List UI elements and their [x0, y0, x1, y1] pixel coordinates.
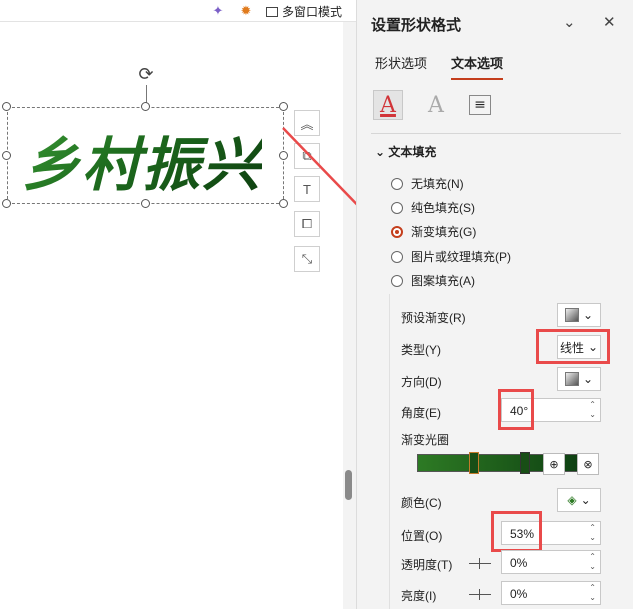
gradient-stop[interactable]	[520, 452, 530, 474]
text-effects-icon[interactable]: A	[421, 90, 451, 120]
multiwindow-button[interactable]: 多窗口模式	[266, 3, 342, 20]
resize-handle-top-right[interactable]	[279, 102, 288, 111]
spin-arrows-icon[interactable]: ⌃ ⌄	[589, 400, 596, 420]
highlight-type	[536, 329, 610, 364]
rotate-icon[interactable]: ⟳	[136, 64, 156, 84]
shape-arrange-icon[interactable]: ⧠	[294, 211, 320, 237]
close-icon[interactable]: ✕	[603, 13, 616, 31]
window-icon	[266, 6, 278, 17]
highlight-position	[491, 511, 542, 552]
chevron-down-icon: ⌄	[375, 145, 389, 159]
text-box-icon[interactable]: T	[294, 176, 320, 202]
tab-shape-options[interactable]: 形状选项	[375, 53, 427, 80]
add-stop-button[interactable]: ⊕	[543, 453, 565, 475]
resize-handle-top[interactable]	[141, 102, 150, 111]
section-text-fill[interactable]: ⌄ 文本填充	[375, 143, 436, 160]
resize-handle-bottom-right[interactable]	[279, 199, 288, 208]
scrollbar-thumb[interactable]	[345, 470, 352, 500]
resize-handle-top-left[interactable]	[2, 102, 11, 111]
spin-arrows-icon[interactable]: ⌃ ⌄	[589, 583, 596, 603]
spin-arrows-icon[interactable]: ⌃ ⌄	[589, 552, 596, 572]
chevron-down-icon: ⌄	[582, 372, 594, 386]
transparency-slider[interactable]	[469, 558, 491, 569]
format-shape-panel: 设置形状格式 ⌄ ✕ 形状选项 文本选项 A A ≡ ⌄ 文本填充 无填充(N)…	[356, 0, 633, 609]
remove-stop-button[interactable]: ⊗	[577, 453, 599, 475]
preset-gradient-label: 预设渐变(R)	[401, 311, 466, 325]
slide-editor: ✦ ✹ 多窗口模式 ⟳ 乡村振兴 ︽ ⧉ T ⧠ ⤡	[0, 0, 356, 609]
gradient-stop-selected[interactable]	[469, 452, 479, 474]
preset-gradient-dropdown[interactable]: ⌄	[557, 303, 601, 327]
radio-solid-fill[interactable]: 纯色填充(S)	[391, 199, 475, 216]
tab-text-options[interactable]: 文本选项	[451, 53, 504, 80]
chevron-down-icon: ⌄	[580, 493, 591, 507]
top-toolbar: ✦ ✹ 多窗口模式	[0, 0, 356, 22]
vertical-scrollbar[interactable]	[343, 22, 356, 609]
resize-handle-bottom-left[interactable]	[2, 199, 11, 208]
direction-label: 方向(D)	[401, 375, 442, 389]
direction-dropdown[interactable]: ⌄	[557, 367, 601, 391]
resize-icon[interactable]: ⤡	[294, 246, 320, 272]
radio-no-fill[interactable]: 无填充(N)	[391, 175, 464, 192]
resize-handle-left[interactable]	[2, 151, 11, 160]
resize-handle-bottom[interactable]	[141, 199, 150, 208]
crop-icon[interactable]: ⧉	[294, 143, 320, 169]
chevron-down-icon: ⌄	[582, 308, 594, 322]
color-dropdown[interactable]: ◈ ⌄	[557, 488, 601, 512]
panel-title: 设置形状格式	[371, 17, 462, 34]
brightness-spinner[interactable]: 0% ⌃ ⌄	[501, 581, 601, 605]
gradient-stops-label: 渐变光圈	[401, 433, 450, 447]
position-label: 位置(O)	[401, 529, 443, 543]
divider	[371, 133, 621, 134]
radio-picture-fill[interactable]: 图片或纹理填充(P)	[391, 248, 511, 265]
angle-label: 角度(E)	[401, 406, 441, 420]
gear-icon[interactable]: ✹	[236, 1, 256, 21]
radio-pattern-fill[interactable]: 图案填充(A)	[391, 272, 475, 289]
transparency-spinner[interactable]: 0% ⌃ ⌄	[501, 550, 601, 574]
wand-icon[interactable]: ✦	[208, 1, 228, 21]
fill-bucket-icon: ◈	[567, 493, 577, 507]
panel-tabs: 形状选项 文本选项	[375, 53, 504, 80]
spin-arrows-icon[interactable]: ⌃ ⌄	[589, 523, 596, 543]
chevron-down-icon[interactable]: ⌄	[563, 13, 576, 31]
wordart-text[interactable]: 乡村振兴	[22, 118, 262, 202]
brightness-label: 亮度(I)	[401, 589, 437, 603]
icon-tabs: A A ≡	[373, 90, 491, 120]
textbox-icon[interactable]: ≡	[469, 95, 491, 115]
highlight-angle	[498, 389, 534, 430]
radio-gradient-fill[interactable]: 渐变填充(G)	[391, 223, 476, 240]
text-fill-outline-icon[interactable]: A	[373, 90, 403, 120]
resize-handle-right[interactable]	[279, 151, 288, 160]
type-label: 类型(Y)	[401, 343, 441, 357]
transparency-label: 透明度(T)	[401, 558, 453, 572]
brightness-slider[interactable]	[469, 589, 491, 600]
chevron-up-icon[interactable]: ︽	[294, 110, 320, 136]
rotate-line	[146, 85, 147, 103]
color-label: 颜色(C)	[401, 496, 442, 510]
